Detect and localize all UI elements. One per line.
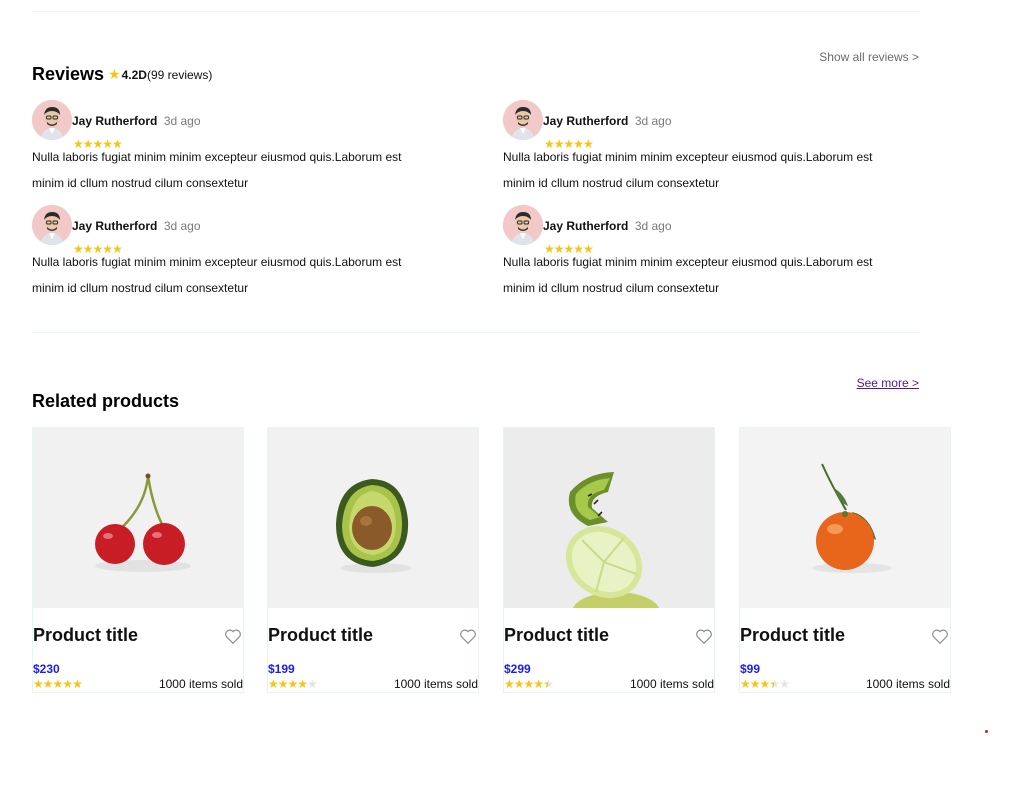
product-image-kiwi-lime-pear[interactable]: [504, 428, 714, 608]
top-divider: [32, 11, 919, 12]
review-item: Jay Rutherford 3d ago ★★★★★ Nulla labori…: [32, 205, 452, 301]
reviewer-name: Jay Rutherford: [543, 114, 629, 128]
review-time: 3d ago: [634, 114, 672, 128]
review-text: Nulla laboris fugiat minim minim excepte…: [503, 150, 873, 190]
items-sold: 1000 items sold: [865, 677, 950, 691]
review-text: Nulla laboris fugiat minim minim excepte…: [32, 150, 402, 190]
avatar: [32, 205, 72, 245]
rating-star-icon: ★: [769, 677, 780, 691]
rating-count: (99 reviews): [146, 67, 213, 82]
rating-value: 4.2D: [121, 67, 147, 82]
reviews-header: Reviews ★ 4.2D (99 reviews): [32, 64, 212, 85]
section-divider: [32, 332, 919, 333]
rating-star-icon: ★: [504, 677, 515, 691]
review-text: Nulla laboris fugiat minim minim excepte…: [32, 255, 402, 295]
product-card[interactable]: Product title $299 ★★★★★ 1000 items sold: [503, 427, 715, 693]
reviewer-name: Jay Rutherford: [72, 114, 158, 128]
product-rating-stars: ★★★★★: [268, 677, 318, 691]
product-price: $99: [740, 662, 761, 676]
review-item: Jay Rutherford 3d ago ★★★★★ Nulla labori…: [32, 100, 452, 196]
rating-star-icon: ★: [533, 677, 544, 691]
rating-star-icon: ★: [779, 677, 790, 691]
rating-star-icon: ★: [62, 677, 73, 691]
review-time: 3d ago: [163, 114, 201, 128]
reviewer-name: Jay Rutherford: [543, 219, 629, 233]
rating-star-icon: ★: [33, 677, 44, 691]
review-time: 3d ago: [634, 219, 672, 233]
rating-star-icon: ★: [52, 677, 64, 691]
rating-star-icon: ★: [42, 677, 54, 691]
product-rating-stars: ★★★★★: [33, 677, 83, 691]
avatar: [503, 100, 543, 140]
product-rating-stars: ★★★★★: [740, 677, 790, 691]
rating-star-icon: ★: [759, 677, 771, 691]
avatar: [503, 205, 543, 245]
heart-icon[interactable]: [459, 628, 477, 645]
review-stars: ★★★★★: [73, 137, 123, 151]
rating-star-icon: ★: [297, 677, 308, 691]
rating-star-icon: ★: [740, 677, 751, 691]
product-image-tangerine[interactable]: [740, 428, 950, 608]
items-sold: 1000 items sold: [629, 677, 714, 691]
rating-star-icon: ★: [72, 677, 83, 691]
rating-star-icon: ★: [543, 677, 554, 691]
rating-star-icon: ★: [749, 677, 761, 691]
review-item: Jay Rutherford 3d ago ★★★★★ Nulla labori…: [503, 205, 923, 301]
review-stars: ★★★★★: [544, 137, 594, 151]
heart-icon[interactable]: [931, 628, 949, 645]
product-rating-stars: ★★★★★: [504, 677, 554, 691]
review-stars: ★★★★★: [73, 242, 123, 256]
heart-icon[interactable]: [695, 628, 713, 645]
see-more-link[interactable]: See more >: [857, 376, 919, 390]
items-sold: 1000 items sold: [158, 677, 243, 691]
rating-star-icon: ★: [307, 677, 318, 691]
heart-icon[interactable]: [224, 628, 242, 645]
review-item: Jay Rutherford 3d ago ★★★★★ Nulla labori…: [503, 100, 923, 196]
rating-star-icon: ★: [268, 677, 279, 691]
rating-star-icon: ★: [277, 677, 289, 691]
items-sold: 1000 items sold: [393, 677, 478, 691]
rating-star-icon: ★: [287, 677, 299, 691]
reviews-title: Reviews: [32, 64, 105, 84]
product-card[interactable]: Product title $199 ★★★★★ 1000 items sold: [267, 427, 479, 693]
product-title[interactable]: Product title: [740, 625, 845, 646]
product-title[interactable]: Product title: [33, 625, 138, 646]
related-products-title: Related products: [32, 391, 180, 411]
product-price: $199: [268, 662, 295, 676]
product-image-avocado[interactable]: [268, 428, 478, 608]
reviewer-name: Jay Rutherford: [72, 219, 158, 233]
rating-star-icon: ★: [513, 677, 525, 691]
rating-star-icon: ★: [523, 677, 535, 691]
product-price: $299: [504, 662, 531, 676]
product-image-cherries[interactable]: [33, 428, 243, 608]
product-card[interactable]: Product title $99 ★★★★★ 1000 items sold: [739, 427, 951, 693]
review-stars: ★★★★★: [544, 242, 594, 256]
show-all-reviews-link[interactable]: Show all reviews >: [819, 50, 919, 64]
avatar: [32, 100, 72, 140]
product-price: $230: [33, 662, 60, 676]
product-title[interactable]: Product title: [504, 625, 609, 646]
review-time: 3d ago: [163, 219, 201, 233]
product-title[interactable]: Product title: [268, 625, 373, 646]
review-text: Nulla laboris fugiat minim minim excepte…: [503, 255, 873, 295]
product-card[interactable]: Product title $230 ★★★★★ 1000 items sold: [32, 427, 244, 693]
star-icon: ★: [108, 66, 121, 82]
decorative-dot: [985, 730, 988, 733]
